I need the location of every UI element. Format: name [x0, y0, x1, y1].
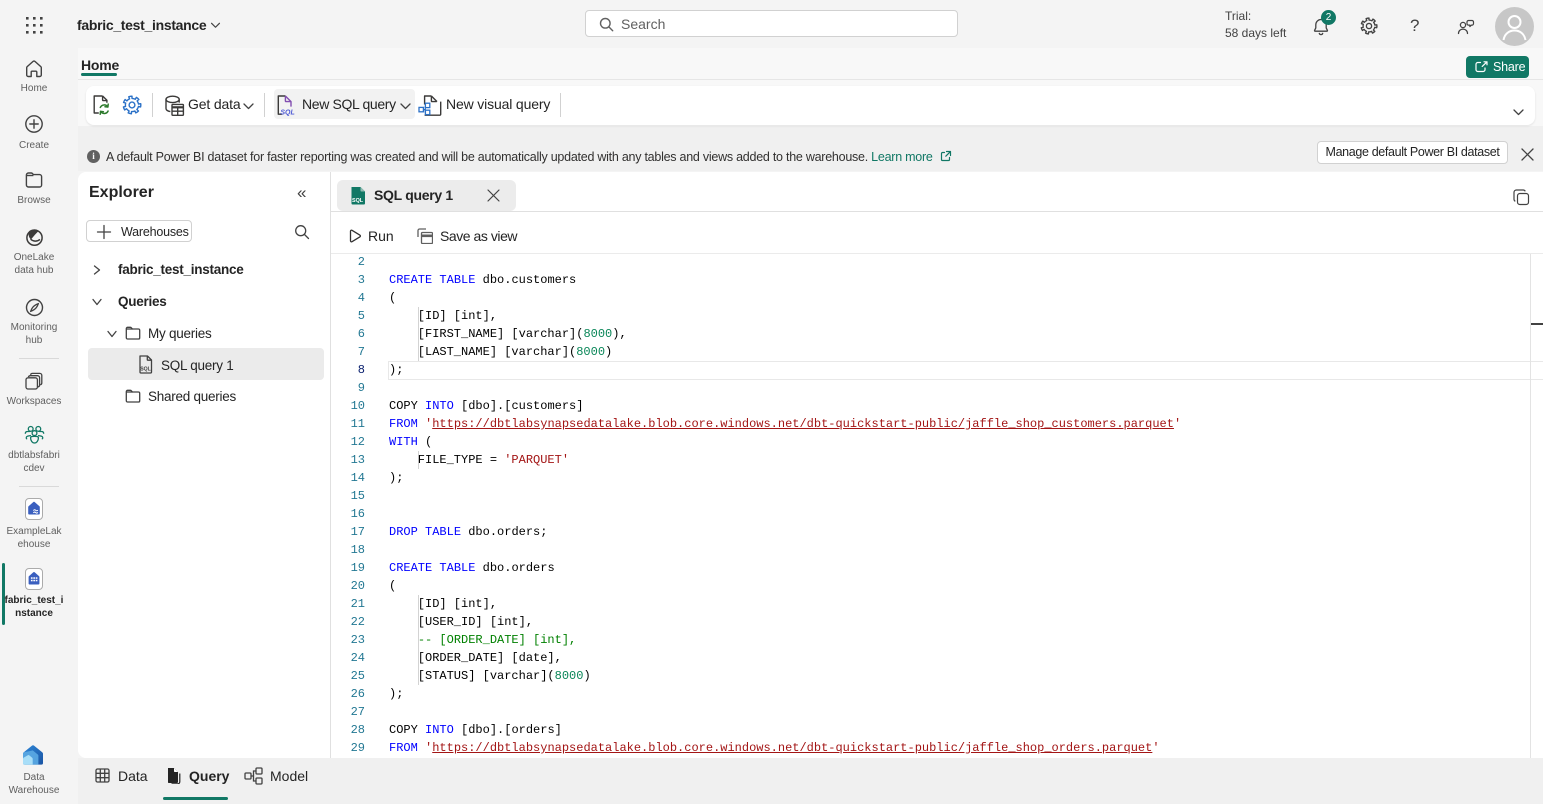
svg-text:SQL: SQL: [352, 198, 364, 204]
svg-text:SQL: SQL: [280, 110, 294, 116]
svg-text:SQL: SQL: [140, 367, 151, 373]
